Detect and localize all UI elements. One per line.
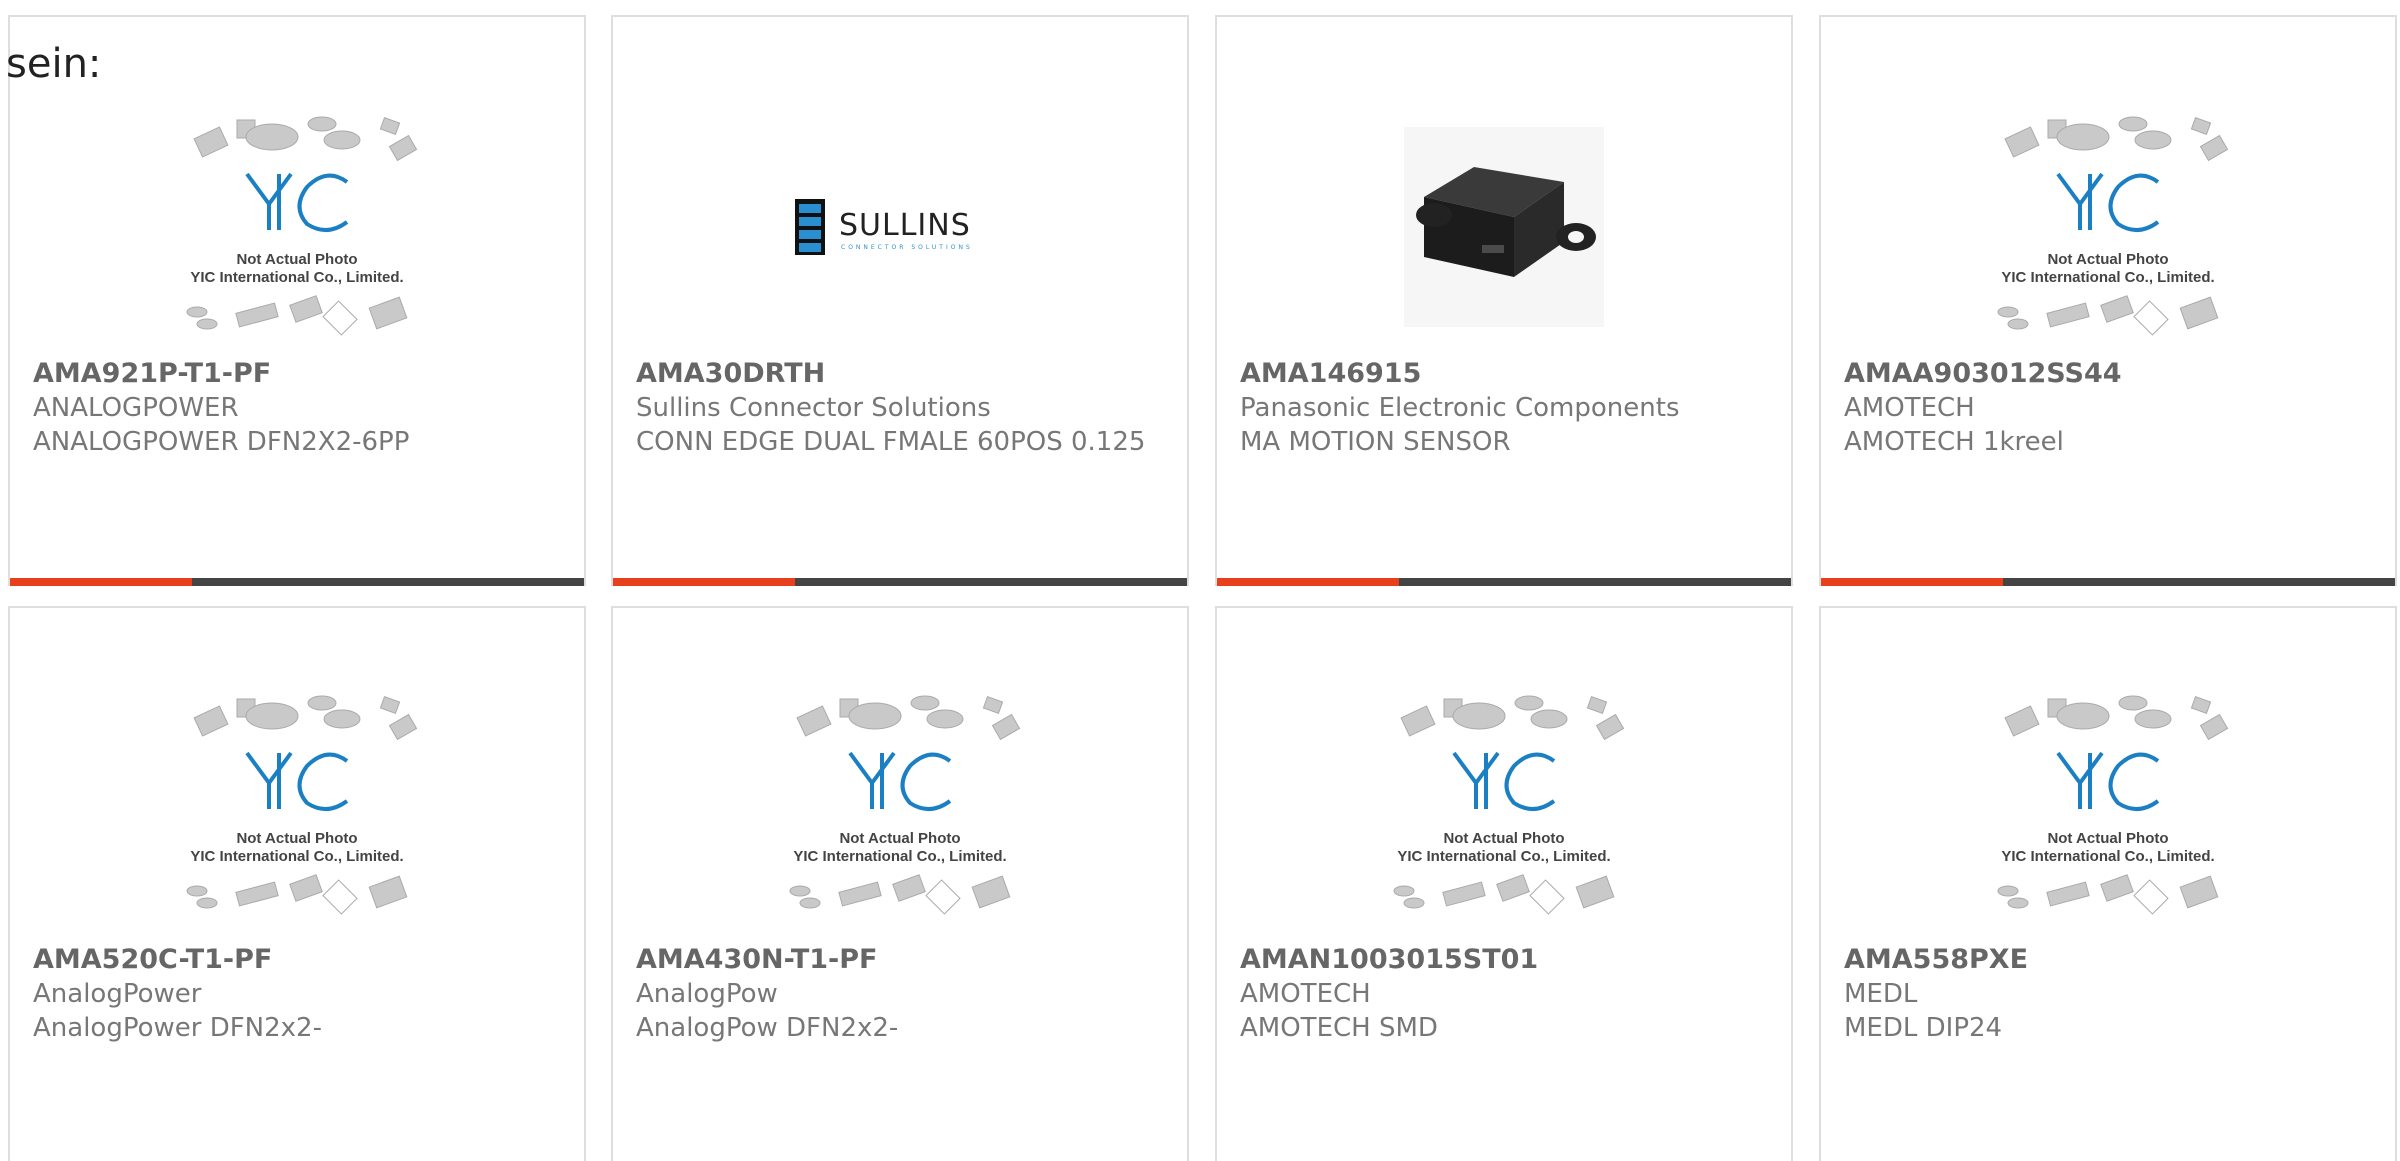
manufacturer: Panasonic Electronic Components bbox=[1240, 393, 1680, 423]
card-accent-bar bbox=[10, 578, 192, 586]
motion-sensor-photo bbox=[1404, 127, 1604, 327]
svg-text:Not Actual Photo: Not Actual Photo bbox=[236, 251, 357, 268]
manufacturer: Sullins Connector Solutions bbox=[636, 393, 991, 423]
card-accent-bar bbox=[613, 578, 795, 586]
svg-text:Not Actual Photo: Not Actual Photo bbox=[236, 830, 357, 847]
description: AMOTECH 1kreel bbox=[1844, 427, 2064, 457]
yic-placeholder-image: Not Actual Photo YIC International Co., … bbox=[167, 691, 427, 921]
manufacturer: AMOTECH bbox=[1240, 979, 1371, 1009]
description: AMOTECH SMD bbox=[1240, 1013, 1438, 1043]
product-image[interactable]: Not Actual Photo YIC International Co., … bbox=[10, 97, 584, 357]
description: MA MOTION SENSOR bbox=[1240, 427, 1511, 457]
yic-placeholder-image: Not Actual Photo YIC International Co., … bbox=[1978, 691, 2238, 921]
manufacturer: AnalogPower bbox=[33, 979, 202, 1009]
svg-text:Not Actual Photo: Not Actual Photo bbox=[2047, 251, 2168, 268]
product-card[interactable]: AMA146915 Panasonic Electronic Component… bbox=[1215, 15, 1793, 586]
card-bottom-bar bbox=[613, 578, 1187, 586]
part-number-link[interactable]: AMAN1003015ST01 bbox=[1240, 943, 1771, 977]
part-number-link[interactable]: AMA558PXE bbox=[1844, 943, 2375, 977]
svg-text:YIC International Co., Limited: YIC International Co., Limited. bbox=[2001, 269, 2214, 286]
svg-text:YIC International Co., Limited: YIC International Co., Limited. bbox=[2001, 848, 2214, 865]
product-info: AMA30DRTH Sullins Connector Solutions CO… bbox=[636, 357, 1167, 459]
svg-text:SULLINS: SULLINS bbox=[839, 208, 971, 243]
manufacturer: ANALOGPOWER bbox=[33, 393, 239, 423]
card-bottom-bar bbox=[1821, 578, 2395, 586]
product-info: AMA558PXE MEDL MEDL DIP24 bbox=[1844, 943, 2375, 1045]
product-card[interactable]: SULLINS CONNECTOR SOLUTIONS AMA30DRTH Su… bbox=[611, 15, 1189, 586]
svg-text:Not Actual Photo: Not Actual Photo bbox=[1443, 830, 1564, 847]
description: MEDL DIP24 bbox=[1844, 1013, 2003, 1043]
product-image[interactable]: Not Actual Photo YIC International Co., … bbox=[613, 663, 1187, 948]
card-bottom-bar bbox=[10, 578, 584, 586]
product-image[interactable] bbox=[1217, 97, 1791, 357]
svg-text:YIC International Co., Limited: YIC International Co., Limited. bbox=[190, 848, 403, 865]
part-number-link[interactable]: AMA30DRTH bbox=[636, 357, 1167, 391]
description: ANALOGPOWER DFN2X2-6PP bbox=[33, 427, 410, 457]
product-card[interactable]: Not Actual Photo YIC International Co., … bbox=[8, 15, 586, 586]
description: AnalogPow DFN2x2- bbox=[636, 1013, 899, 1043]
intro-text: sein: bbox=[6, 41, 102, 87]
product-image[interactable]: Not Actual Photo YIC International Co., … bbox=[1217, 663, 1791, 948]
svg-text:Not Actual Photo: Not Actual Photo bbox=[839, 830, 960, 847]
yic-placeholder-image: Not Actual Photo YIC International Co., … bbox=[1978, 112, 2238, 342]
product-image[interactable]: Not Actual Photo YIC International Co., … bbox=[10, 663, 584, 948]
product-card[interactable]: Not Actual Photo YIC International Co., … bbox=[8, 606, 586, 1161]
product-info: AMA520C-T1-PF AnalogPower AnalogPower DF… bbox=[33, 943, 564, 1045]
manufacturer: AMOTECH bbox=[1844, 393, 1975, 423]
product-grid: Not Actual Photo YIC International Co., … bbox=[0, 0, 2400, 1161]
svg-text:YIC International Co., Limited: YIC International Co., Limited. bbox=[793, 848, 1006, 865]
product-info: AMA146915 Panasonic Electronic Component… bbox=[1240, 357, 1771, 459]
svg-text:YIC International Co., Limited: YIC International Co., Limited. bbox=[190, 269, 403, 286]
product-image[interactable]: SULLINS CONNECTOR SOLUTIONS bbox=[613, 97, 1187, 357]
part-number-link[interactable]: AMAA903012SS44 bbox=[1844, 357, 2375, 391]
svg-text:YIC International Co., Limited: YIC International Co., Limited. bbox=[1397, 848, 1610, 865]
product-card[interactable]: Not Actual Photo YIC International Co., … bbox=[1819, 15, 2397, 586]
product-card[interactable]: Not Actual Photo YIC International Co., … bbox=[611, 606, 1189, 1161]
product-info: AMAA903012SS44 AMOTECH AMOTECH 1kreel bbox=[1844, 357, 2375, 459]
manufacturer: AnalogPow bbox=[636, 979, 778, 1009]
product-info: AMA921P-T1-PF ANALOGPOWER ANALOGPOWER DF… bbox=[33, 357, 564, 459]
part-number-link[interactable]: AMA146915 bbox=[1240, 357, 1771, 391]
product-info: AMA430N-T1-PF AnalogPow AnalogPow DFN2x2… bbox=[636, 943, 1167, 1045]
card-bottom-bar bbox=[1217, 578, 1791, 586]
sullins-logo: SULLINS CONNECTOR SOLUTIONS bbox=[795, 197, 1005, 257]
part-number-link[interactable]: AMA520C-T1-PF bbox=[33, 943, 564, 977]
product-image[interactable]: Not Actual Photo YIC International Co., … bbox=[1821, 663, 2395, 948]
product-card[interactable]: Not Actual Photo YIC International Co., … bbox=[1215, 606, 1793, 1161]
description: CONN EDGE DUAL FMALE 60POS 0.125 bbox=[636, 427, 1146, 457]
manufacturer: MEDL bbox=[1844, 979, 1918, 1009]
yic-placeholder-image: Not Actual Photo YIC International Co., … bbox=[1374, 691, 1634, 921]
product-image[interactable]: Not Actual Photo YIC International Co., … bbox=[1821, 97, 2395, 357]
svg-text:Not Actual Photo: Not Actual Photo bbox=[2047, 830, 2168, 847]
yic-placeholder-image: Not Actual Photo YIC International Co., … bbox=[167, 112, 427, 342]
part-number-link[interactable]: AMA430N-T1-PF bbox=[636, 943, 1167, 977]
yic-placeholder-image: Not Actual Photo YIC International Co., … bbox=[770, 691, 1030, 921]
svg-text:CONNECTOR SOLUTIONS: CONNECTOR SOLUTIONS bbox=[841, 244, 973, 251]
card-accent-bar bbox=[1217, 578, 1399, 586]
card-accent-bar bbox=[1821, 578, 2003, 586]
description: AnalogPower DFN2x2- bbox=[33, 1013, 322, 1043]
product-card[interactable]: Not Actual Photo YIC International Co., … bbox=[1819, 606, 2397, 1161]
part-number-link[interactable]: AMA921P-T1-PF bbox=[33, 357, 564, 391]
product-info: AMAN1003015ST01 AMOTECH AMOTECH SMD bbox=[1240, 943, 1771, 1045]
